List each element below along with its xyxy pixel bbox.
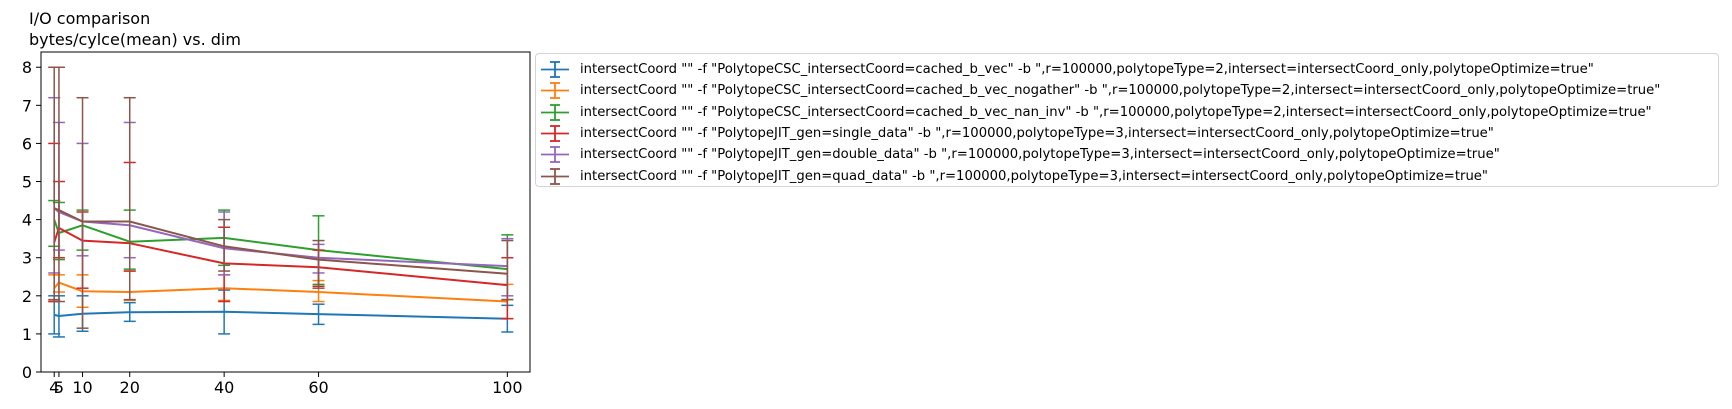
y-tick-label: 0 [22, 363, 32, 382]
legend-label: intersectCoord "" -f "PolytopeJIT_gen=do… [580, 147, 1500, 163]
y-tick-label: 7 [22, 96, 32, 115]
legend: intersectCoord "" -f "PolytopeCSC_inters… [535, 53, 1719, 187]
axis-layer: 45 10 20 40 60 100012345678 [22, 58, 523, 397]
y-tick-label: 6 [22, 134, 32, 153]
y-tick-label: 5 [22, 173, 32, 192]
legend-label: intersectCoord "" -f "PolytopeJIT_gen=si… [580, 125, 1494, 141]
series-3 [48, 199, 514, 301]
legend-swatch-icon [541, 103, 569, 121]
legend-label: intersectCoord "" -f "PolytopeCSC_inters… [580, 83, 1661, 99]
legend-swatch-icon [541, 82, 569, 100]
series-1 [48, 289, 514, 338]
legend-swatch-icon [541, 124, 569, 142]
legend-label: intersectCoord "" -f "PolytopeCSC_inters… [580, 62, 1594, 77]
series-line [53, 207, 508, 268]
x-tick-label: 5 [54, 378, 64, 397]
legend-swatch-icon [541, 61, 569, 78]
series-line [53, 226, 508, 287]
y-tick-label: 4 [22, 211, 32, 230]
legend-swatch-icon [541, 167, 569, 185]
series-line [53, 219, 508, 271]
x-tick-label: 60 [308, 378, 328, 397]
x-tick-label: 100 [492, 378, 523, 397]
y-tick-label: 3 [22, 249, 32, 268]
plot-frame [40, 51, 531, 373]
series-6 [48, 66, 514, 329]
legend-swatch-icon [541, 146, 569, 164]
y-tick-label: 8 [22, 58, 32, 77]
y-tick-label: 1 [22, 325, 32, 344]
y-tick-label: 2 [22, 287, 32, 306]
x-tick-label: 20 [120, 378, 140, 397]
series-line [53, 310, 508, 320]
legend-label: intersectCoord "" -f "PolytopeJIT_gen=qu… [580, 168, 1488, 184]
x-tick-label: 10 [72, 378, 92, 397]
x-tick-label: 40 [214, 378, 234, 397]
series-layer [48, 66, 514, 338]
series-line [53, 281, 508, 303]
legend-label: intersectCoord "" -f "PolytopeCSC_inters… [580, 104, 1652, 120]
